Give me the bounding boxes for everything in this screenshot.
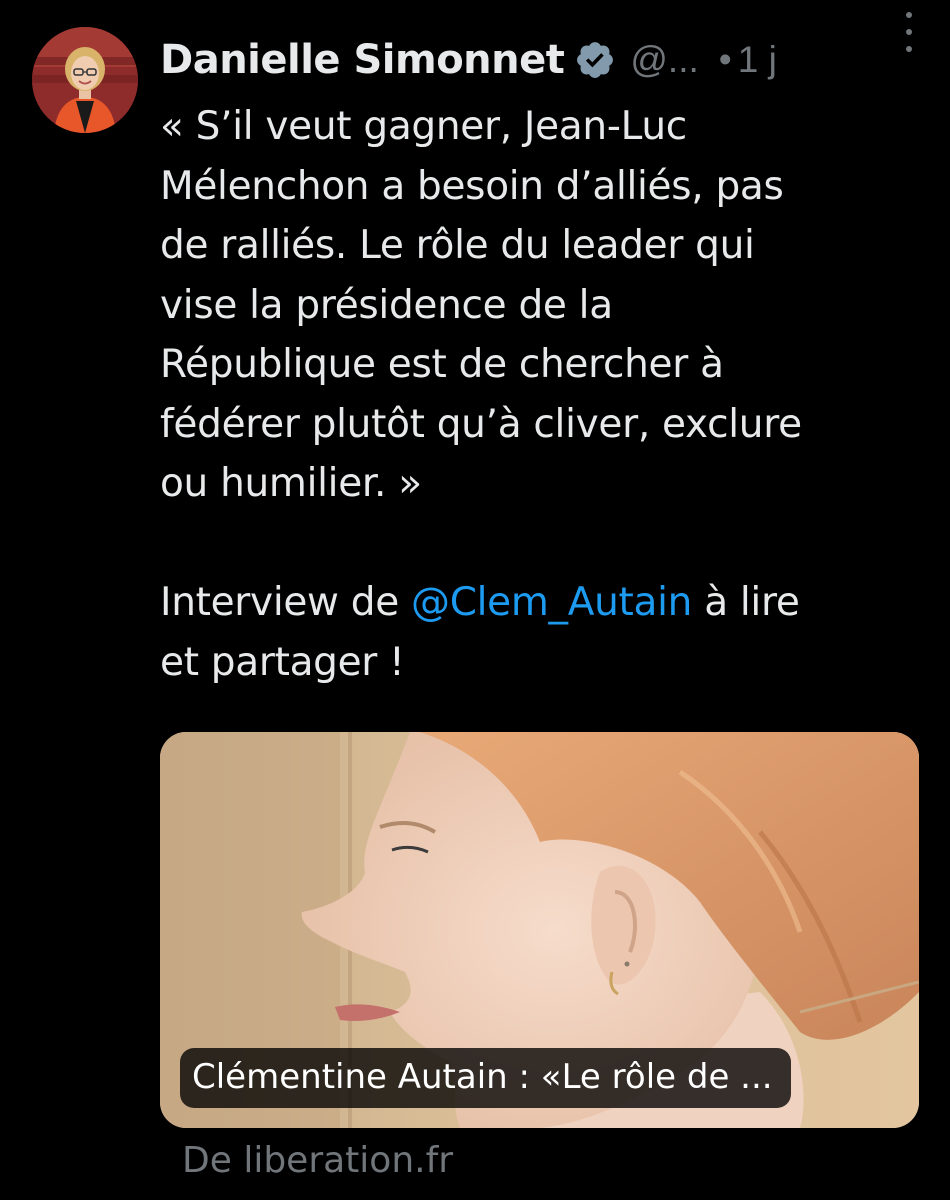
tweet-timestamp[interactable]: 1 j xyxy=(738,39,777,81)
author-handle[interactable]: @... xyxy=(630,39,698,81)
card-title: Clémentine Autain : «Le rôle de ... xyxy=(180,1048,791,1108)
tweet-text: « S’il veut gagner, Jean-Luc Mélenchon a… xyxy=(160,97,930,692)
card-source[interactable]: De liberation.fr xyxy=(182,1140,453,1181)
author-display-name[interactable]: Danielle Simonnet xyxy=(160,37,565,83)
tweet-header: Danielle Simonnet @... • 1 j xyxy=(160,30,920,90)
tweet-line-prefix: Interview de xyxy=(160,580,411,625)
avatar-photo xyxy=(32,27,138,133)
more-options-icon[interactable] xyxy=(904,12,914,52)
separator-dot: • xyxy=(718,39,732,80)
verified-badge-icon[interactable] xyxy=(574,39,616,81)
tweet[interactable]: Danielle Simonnet @... • 1 j « S’il veut… xyxy=(0,0,950,1200)
tweet-quote: « S’il veut gagner, Jean-Luc Mélenchon a… xyxy=(160,104,802,506)
author-avatar[interactable] xyxy=(32,27,138,133)
link-preview-card[interactable]: Clémentine Autain : «Le rôle de ... xyxy=(160,732,919,1128)
mention-link[interactable]: @Clem_Autain xyxy=(411,580,692,625)
